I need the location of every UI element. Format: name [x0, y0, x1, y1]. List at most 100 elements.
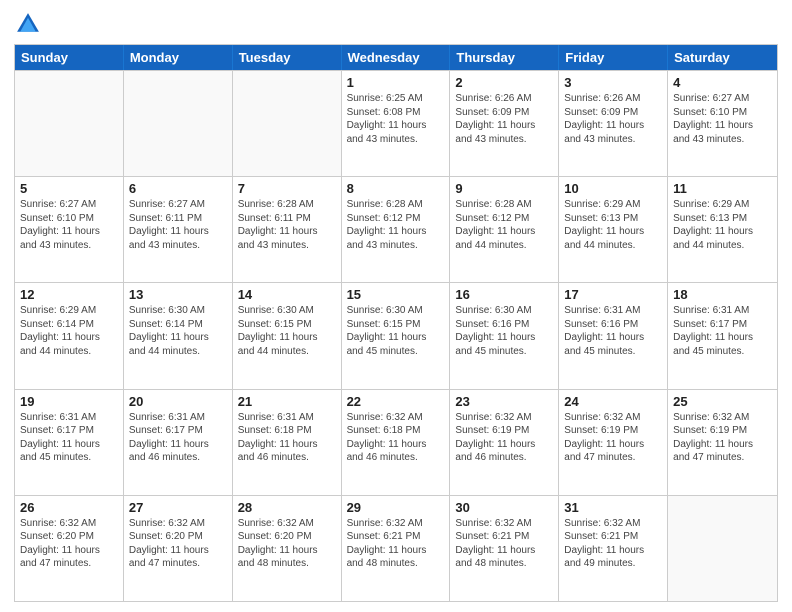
header-friday: Friday — [559, 45, 668, 70]
header-wednesday: Wednesday — [342, 45, 451, 70]
calendar-cell: 16 Sunrise: 6:30 AM Sunset: 6:16 PM Dayli… — [450, 283, 559, 388]
calendar-cell: 28 Sunrise: 6:32 AM Sunset: 6:20 PM Dayli… — [233, 496, 342, 601]
day-number: 31 — [564, 500, 662, 515]
calendar-cell: 15 Sunrise: 6:30 AM Sunset: 6:15 PM Dayli… — [342, 283, 451, 388]
day-info: Sunrise: 6:32 AM Sunset: 6:21 PM Dayligh… — [564, 517, 662, 571]
day-number: 19 — [20, 394, 118, 409]
calendar-cell: 31 Sunrise: 6:32 AM Sunset: 6:21 PM Dayli… — [559, 496, 668, 601]
calendar-cell — [233, 71, 342, 176]
header-tuesday: Tuesday — [233, 45, 342, 70]
day-info: Sunrise: 6:30 AM Sunset: 6:14 PM Dayligh… — [129, 304, 227, 358]
day-number: 13 — [129, 287, 227, 302]
day-number: 15 — [347, 287, 445, 302]
day-info: Sunrise: 6:32 AM Sunset: 6:18 PM Dayligh… — [347, 411, 445, 465]
day-number: 8 — [347, 181, 445, 196]
day-number: 3 — [564, 75, 662, 90]
day-number: 18 — [673, 287, 772, 302]
day-info: Sunrise: 6:27 AM Sunset: 6:11 PM Dayligh… — [129, 198, 227, 252]
calendar-cell — [124, 71, 233, 176]
day-info: Sunrise: 6:32 AM Sunset: 6:19 PM Dayligh… — [673, 411, 772, 465]
day-number: 2 — [455, 75, 553, 90]
calendar-cell: 27Sunrise: 6:32 AM Sunset: 6:20 PM Dayli… — [124, 496, 233, 601]
calendar-cell: 25 Sunrise: 6:32 AM Sunset: 6:19 PM Dayli… — [668, 390, 777, 495]
calendar-cell: 29Sunrise: 6:32 AM Sunset: 6:21 PM Dayli… — [342, 496, 451, 601]
day-info: Sunrise: 6:32 AM Sunset: 6:20 PM Dayligh… — [20, 517, 118, 571]
day-info: Sunrise: 6:32 AM Sunset: 6:21 PM Dayligh… — [347, 517, 445, 571]
day-number: 5 — [20, 181, 118, 196]
day-info: Sunrise: 6:27 AM Sunset: 6:10 PM Dayligh… — [20, 198, 118, 252]
day-number: 12 — [20, 287, 118, 302]
calendar-cell: 1 Sunrise: 6:25 AM Sunset: 6:08 PM Daylig… — [342, 71, 451, 176]
calendar-body: 1 Sunrise: 6:25 AM Sunset: 6:08 PM Daylig… — [15, 70, 777, 601]
calendar-cell: 18 Sunrise: 6:31 AM Sunset: 6:17 PM Dayli… — [668, 283, 777, 388]
day-number: 30 — [455, 500, 553, 515]
calendar-cell: 22 Sunrise: 6:32 AM Sunset: 6:18 PM Dayli… — [342, 390, 451, 495]
calendar-cell: 12Sunrise: 6:29 AM Sunset: 6:14 PM Dayli… — [15, 283, 124, 388]
calendar: Sunday Monday Tuesday Wednesday Thursday… — [14, 44, 778, 602]
day-info: Sunrise: 6:26 AM Sunset: 6:09 PM Dayligh… — [564, 92, 662, 146]
day-number: 21 — [238, 394, 336, 409]
calendar-cell: 19 Sunrise: 6:31 AM Sunset: 6:17 PM Dayli… — [15, 390, 124, 495]
header-monday: Monday — [124, 45, 233, 70]
calendar-cell: 7Sunrise: 6:28 AM Sunset: 6:11 PM Daylig… — [233, 177, 342, 282]
day-number: 22 — [347, 394, 445, 409]
day-number: 23 — [455, 394, 553, 409]
day-info: Sunrise: 6:30 AM Sunset: 6:16 PM Dayligh… — [455, 304, 553, 358]
day-number: 1 — [347, 75, 445, 90]
calendar-cell: 13 Sunrise: 6:30 AM Sunset: 6:14 PM Dayli… — [124, 283, 233, 388]
calendar-cell: 5 Sunrise: 6:27 AM Sunset: 6:10 PM Daylig… — [15, 177, 124, 282]
calendar-cell: 30 Sunrise: 6:32 AM Sunset: 6:21 PM Dayli… — [450, 496, 559, 601]
calendar-cell: 2 Sunrise: 6:26 AM Sunset: 6:09 PM Daylig… — [450, 71, 559, 176]
day-number: 28 — [238, 500, 336, 515]
calendar-row-2: 12Sunrise: 6:29 AM Sunset: 6:14 PM Dayli… — [15, 282, 777, 388]
logo — [14, 10, 46, 38]
day-info: Sunrise: 6:28 AM Sunset: 6:12 PM Dayligh… — [455, 198, 553, 252]
day-info: Sunrise: 6:30 AM Sunset: 6:15 PM Dayligh… — [347, 304, 445, 358]
day-info: Sunrise: 6:32 AM Sunset: 6:20 PM Dayligh… — [129, 517, 227, 571]
calendar-cell: 11 Sunrise: 6:29 AM Sunset: 6:13 PM Dayli… — [668, 177, 777, 282]
calendar-row-1: 5 Sunrise: 6:27 AM Sunset: 6:10 PM Daylig… — [15, 176, 777, 282]
day-info: Sunrise: 6:31 AM Sunset: 6:16 PM Dayligh… — [564, 304, 662, 358]
day-info: Sunrise: 6:28 AM Sunset: 6:12 PM Dayligh… — [347, 198, 445, 252]
page: Sunday Monday Tuesday Wednesday Thursday… — [0, 0, 792, 612]
calendar-cell: 9 Sunrise: 6:28 AM Sunset: 6:12 PM Daylig… — [450, 177, 559, 282]
calendar-cell: 26Sunrise: 6:32 AM Sunset: 6:20 PM Dayli… — [15, 496, 124, 601]
calendar-row-0: 1 Sunrise: 6:25 AM Sunset: 6:08 PM Daylig… — [15, 70, 777, 176]
header-thursday: Thursday — [450, 45, 559, 70]
day-info: Sunrise: 6:31 AM Sunset: 6:17 PM Dayligh… — [673, 304, 772, 358]
day-number: 9 — [455, 181, 553, 196]
day-number: 25 — [673, 394, 772, 409]
calendar-cell: 14Sunrise: 6:30 AM Sunset: 6:15 PM Dayli… — [233, 283, 342, 388]
day-number: 10 — [564, 181, 662, 196]
day-info: Sunrise: 6:25 AM Sunset: 6:08 PM Dayligh… — [347, 92, 445, 146]
day-info: Sunrise: 6:31 AM Sunset: 6:17 PM Dayligh… — [129, 411, 227, 465]
header-sunday: Sunday — [15, 45, 124, 70]
calendar-cell: 21 Sunrise: 6:31 AM Sunset: 6:18 PM Dayli… — [233, 390, 342, 495]
calendar-header: Sunday Monday Tuesday Wednesday Thursday… — [15, 45, 777, 70]
calendar-cell: 3 Sunrise: 6:26 AM Sunset: 6:09 PM Daylig… — [559, 71, 668, 176]
day-info: Sunrise: 6:31 AM Sunset: 6:17 PM Dayligh… — [20, 411, 118, 465]
day-number: 11 — [673, 181, 772, 196]
calendar-cell — [668, 496, 777, 601]
day-number: 20 — [129, 394, 227, 409]
calendar-cell: 20 Sunrise: 6:31 AM Sunset: 6:17 PM Dayli… — [124, 390, 233, 495]
day-info: Sunrise: 6:29 AM Sunset: 6:13 PM Dayligh… — [673, 198, 772, 252]
calendar-row-3: 19 Sunrise: 6:31 AM Sunset: 6:17 PM Dayli… — [15, 389, 777, 495]
calendar-row-4: 26Sunrise: 6:32 AM Sunset: 6:20 PM Dayli… — [15, 495, 777, 601]
day-info: Sunrise: 6:31 AM Sunset: 6:18 PM Dayligh… — [238, 411, 336, 465]
day-info: Sunrise: 6:29 AM Sunset: 6:13 PM Dayligh… — [564, 198, 662, 252]
calendar-cell: 17Sunrise: 6:31 AM Sunset: 6:16 PM Dayli… — [559, 283, 668, 388]
day-number: 16 — [455, 287, 553, 302]
day-info: Sunrise: 6:32 AM Sunset: 6:20 PM Dayligh… — [238, 517, 336, 571]
logo-icon — [14, 10, 42, 38]
day-number: 6 — [129, 181, 227, 196]
day-info: Sunrise: 6:27 AM Sunset: 6:10 PM Dayligh… — [673, 92, 772, 146]
day-info: Sunrise: 6:26 AM Sunset: 6:09 PM Dayligh… — [455, 92, 553, 146]
day-info: Sunrise: 6:28 AM Sunset: 6:11 PM Dayligh… — [238, 198, 336, 252]
header-saturday: Saturday — [668, 45, 777, 70]
day-info: Sunrise: 6:32 AM Sunset: 6:21 PM Dayligh… — [455, 517, 553, 571]
day-number: 24 — [564, 394, 662, 409]
calendar-cell: 8 Sunrise: 6:28 AM Sunset: 6:12 PM Daylig… — [342, 177, 451, 282]
calendar-cell: 23 Sunrise: 6:32 AM Sunset: 6:19 PM Dayli… — [450, 390, 559, 495]
day-info: Sunrise: 6:32 AM Sunset: 6:19 PM Dayligh… — [455, 411, 553, 465]
